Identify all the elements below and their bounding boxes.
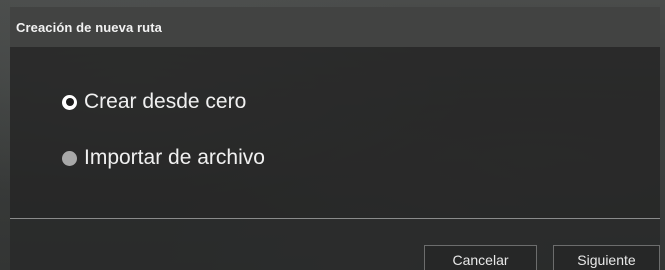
new-route-dialog: Creación de nueva ruta Crear desde cero … <box>10 7 660 270</box>
option-create-from-scratch[interactable]: Crear desde cero <box>62 87 265 117</box>
radio-selected-icon[interactable] <box>62 94 77 110</box>
next-button[interactable]: Siguiente <box>553 245 660 270</box>
dialog-footer: Cancelar Siguiente <box>10 219 660 270</box>
radio-unselected-icon[interactable] <box>62 150 77 166</box>
option-import-from-file[interactable]: Importar de archivo <box>62 143 265 173</box>
cancel-button[interactable]: Cancelar <box>424 245 537 270</box>
route-source-options: Crear desde cero Importar de archivo <box>62 87 265 199</box>
option-label: Crear desde cero <box>84 90 247 113</box>
dialog-title: Creación de nueva ruta <box>16 19 162 35</box>
dialog-titlebar: Creación de nueva ruta <box>10 7 660 47</box>
option-label: Importar de archivo <box>84 146 265 169</box>
